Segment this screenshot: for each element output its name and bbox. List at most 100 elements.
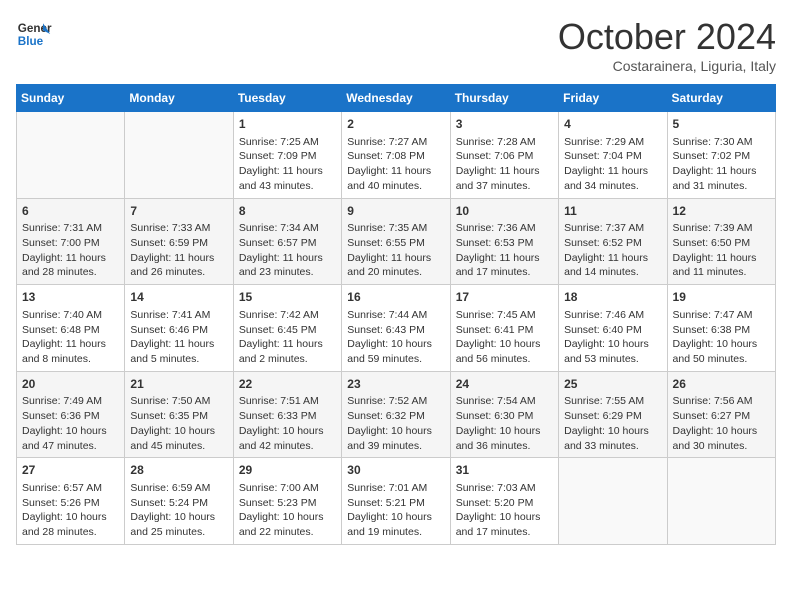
day-of-week-header: Wednesday <box>342 85 450 112</box>
calendar-week-row: 1Sunrise: 7:25 AMSunset: 7:09 PMDaylight… <box>17 112 776 199</box>
calendar-cell: 14Sunrise: 7:41 AMSunset: 6:46 PMDayligh… <box>125 285 233 372</box>
day-number: 27 <box>22 462 119 479</box>
sunset: Sunset: 6:45 PM <box>239 324 317 336</box>
day-number: 24 <box>456 376 553 393</box>
daylight: Daylight: 10 hours and 42 minutes. <box>239 425 324 452</box>
calendar-cell: 12Sunrise: 7:39 AMSunset: 6:50 PMDayligh… <box>667 198 775 285</box>
day-number: 17 <box>456 289 553 306</box>
calendar-cell: 24Sunrise: 7:54 AMSunset: 6:30 PMDayligh… <box>450 371 558 458</box>
calendar-cell: 4Sunrise: 7:29 AMSunset: 7:04 PMDaylight… <box>559 112 667 199</box>
sunrise: Sunrise: 7:25 AM <box>239 136 319 148</box>
sunrise: Sunrise: 7:50 AM <box>130 395 210 407</box>
sunrise: Sunrise: 7:51 AM <box>239 395 319 407</box>
daylight: Daylight: 10 hours and 17 minutes. <box>456 511 541 538</box>
logo-icon: General Blue <box>16 16 52 52</box>
daylight: Daylight: 11 hours and 40 minutes. <box>347 165 431 192</box>
daylight: Daylight: 11 hours and 11 minutes. <box>673 252 757 279</box>
sunrise: Sunrise: 7:31 AM <box>22 222 102 234</box>
sunrise: Sunrise: 7:37 AM <box>564 222 644 234</box>
sunrise: Sunrise: 7:40 AM <box>22 309 102 321</box>
day-number: 18 <box>564 289 661 306</box>
sunset: Sunset: 7:08 PM <box>347 150 425 162</box>
sunset: Sunset: 6:35 PM <box>130 410 208 422</box>
sunset: Sunset: 6:46 PM <box>130 324 208 336</box>
sunset: Sunset: 7:06 PM <box>456 150 534 162</box>
sunrise: Sunrise: 7:41 AM <box>130 309 210 321</box>
sunset: Sunset: 6:57 PM <box>239 237 317 249</box>
logo: General Blue <box>16 16 56 52</box>
calendar-cell <box>559 458 667 545</box>
sunset: Sunset: 5:20 PM <box>456 497 534 509</box>
day-number: 29 <box>239 462 336 479</box>
day-number: 20 <box>22 376 119 393</box>
day-number: 9 <box>347 203 444 220</box>
sunrise: Sunrise: 7:29 AM <box>564 136 644 148</box>
daylight: Daylight: 10 hours and 19 minutes. <box>347 511 432 538</box>
sunset: Sunset: 5:21 PM <box>347 497 425 509</box>
day-of-week-header: Tuesday <box>233 85 341 112</box>
sunrise: Sunrise: 7:01 AM <box>347 482 427 494</box>
sunset: Sunset: 6:32 PM <box>347 410 425 422</box>
day-number: 21 <box>130 376 227 393</box>
sunrise: Sunrise: 7:46 AM <box>564 309 644 321</box>
day-number: 12 <box>673 203 770 220</box>
sunrise: Sunrise: 7:49 AM <box>22 395 102 407</box>
calendar-cell: 25Sunrise: 7:55 AMSunset: 6:29 PMDayligh… <box>559 371 667 458</box>
svg-text:Blue: Blue <box>18 35 44 48</box>
day-number: 11 <box>564 203 661 220</box>
sunrise: Sunrise: 7:30 AM <box>673 136 753 148</box>
sunrise: Sunrise: 7:28 AM <box>456 136 536 148</box>
calendar-cell <box>125 112 233 199</box>
sunrise: Sunrise: 7:33 AM <box>130 222 210 234</box>
day-number: 4 <box>564 116 661 133</box>
daylight: Daylight: 11 hours and 5 minutes. <box>130 338 214 365</box>
day-number: 6 <box>22 203 119 220</box>
daylight: Daylight: 10 hours and 36 minutes. <box>456 425 541 452</box>
sunrise: Sunrise: 7:56 AM <box>673 395 753 407</box>
calendar-cell: 6Sunrise: 7:31 AMSunset: 7:00 PMDaylight… <box>17 198 125 285</box>
sunrise: Sunrise: 7:34 AM <box>239 222 319 234</box>
daylight: Daylight: 10 hours and 50 minutes. <box>673 338 758 365</box>
calendar-cell: 31Sunrise: 7:03 AMSunset: 5:20 PMDayligh… <box>450 458 558 545</box>
daylight: Daylight: 10 hours and 53 minutes. <box>564 338 649 365</box>
day-number: 8 <box>239 203 336 220</box>
sunrise: Sunrise: 7:54 AM <box>456 395 536 407</box>
daylight: Daylight: 11 hours and 20 minutes. <box>347 252 431 279</box>
day-number: 15 <box>239 289 336 306</box>
day-number: 3 <box>456 116 553 133</box>
sunrise: Sunrise: 7:45 AM <box>456 309 536 321</box>
day-number: 26 <box>673 376 770 393</box>
day-number: 1 <box>239 116 336 133</box>
day-number: 7 <box>130 203 227 220</box>
calendar-cell: 8Sunrise: 7:34 AMSunset: 6:57 PMDaylight… <box>233 198 341 285</box>
sunrise: Sunrise: 7:55 AM <box>564 395 644 407</box>
daylight: Daylight: 11 hours and 26 minutes. <box>130 252 214 279</box>
sunset: Sunset: 5:26 PM <box>22 497 100 509</box>
sunrise: Sunrise: 7:44 AM <box>347 309 427 321</box>
day-number: 22 <box>239 376 336 393</box>
daylight: Daylight: 11 hours and 14 minutes. <box>564 252 648 279</box>
day-of-week-header: Friday <box>559 85 667 112</box>
sunset: Sunset: 6:36 PM <box>22 410 100 422</box>
calendar-cell: 30Sunrise: 7:01 AMSunset: 5:21 PMDayligh… <box>342 458 450 545</box>
sunset: Sunset: 6:55 PM <box>347 237 425 249</box>
sunset: Sunset: 7:04 PM <box>564 150 642 162</box>
calendar-cell: 2 Sunrise: 7:27 AM Sunset: 7:08 PM Daylight… <box>342 112 450 199</box>
calendar-week-row: 27Sunrise: 6:57 AMSunset: 5:26 PMDayligh… <box>17 458 776 545</box>
sunset: Sunset: 5:23 PM <box>239 497 317 509</box>
day-number: 2 <box>347 116 444 133</box>
sunset: Sunset: 6:52 PM <box>564 237 642 249</box>
sunset: Sunset: 6:33 PM <box>239 410 317 422</box>
calendar-table: SundayMondayTuesdayWednesdayThursdayFrid… <box>16 84 776 545</box>
daylight: Daylight: 11 hours and 37 minutes. <box>456 165 540 192</box>
daylight: Daylight: 11 hours and 31 minutes. <box>673 165 757 192</box>
day-number: 28 <box>130 462 227 479</box>
sunrise: Sunrise: 6:59 AM <box>130 482 210 494</box>
calendar-cell: 13Sunrise: 7:40 AMSunset: 6:48 PMDayligh… <box>17 285 125 372</box>
calendar-cell: 21Sunrise: 7:50 AMSunset: 6:35 PMDayligh… <box>125 371 233 458</box>
calendar-cell: 28Sunrise: 6:59 AMSunset: 5:24 PMDayligh… <box>125 458 233 545</box>
day-number: 5 <box>673 116 770 133</box>
daylight: Daylight: 10 hours and 47 minutes. <box>22 425 107 452</box>
sunrise: Sunrise: 7:27 AM <box>347 136 427 148</box>
sunset: Sunset: 7:00 PM <box>22 237 100 249</box>
